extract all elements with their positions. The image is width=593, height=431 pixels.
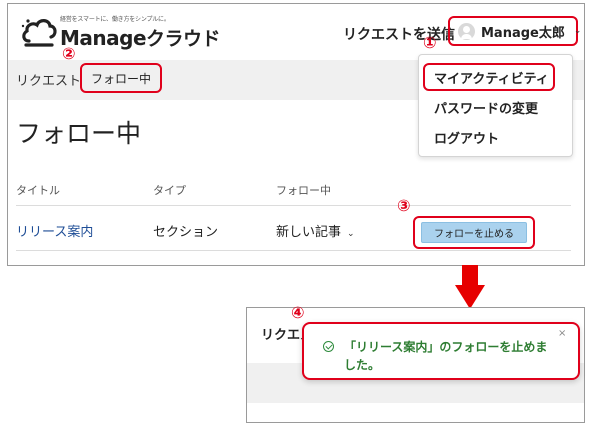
step-marker-3: ③ <box>397 196 411 215</box>
menu-item-change-password[interactable]: パスワードの変更 <box>434 98 538 117</box>
breadcrumb-item-requests[interactable]: リクエスト <box>16 70 81 89</box>
follow-setting-select[interactable]: 新しい記事 ⌄ <box>276 221 355 240</box>
step-marker-4: ④ <box>291 303 305 322</box>
unfollow-button[interactable]: フォローを止める <box>421 222 527 243</box>
chevron-down-icon: ⌄ <box>347 229 355 239</box>
row-type: セクション <box>153 225 219 240</box>
logo-name-kana: クラウド <box>146 28 221 50</box>
arrow-down-icon <box>455 265 485 309</box>
column-header-title: タイトル <box>16 184 60 197</box>
chevron-down-icon: ⌄ <box>573 26 582 36</box>
row-title-link[interactable]: リリース案内 <box>16 221 93 240</box>
menu-item-logout[interactable]: ログアウト <box>434 128 499 147</box>
toast-notification: 「リリース案内」のフォローを止めました。 × <box>302 322 580 380</box>
close-icon[interactable]: × <box>558 328 566 339</box>
menu-item-my-activity[interactable]: マイアクティビティ <box>434 68 549 87</box>
user-dropdown-menu: マイアクティビティ パスワードの変更 ログアウト <box>418 54 573 157</box>
logo-wordmark: Manageクラウド <box>60 24 221 51</box>
user-name: Manage太郎 <box>481 25 565 41</box>
check-circle-icon <box>323 341 334 352</box>
table-divider <box>16 205 571 206</box>
step-marker-2: ② <box>62 44 76 63</box>
user-menu-button[interactable]: Manage太郎 ⌄ <box>448 16 581 46</box>
column-header-following: フォロー中 <box>276 184 331 197</box>
arrow-shaft <box>462 265 478 285</box>
table-divider <box>16 250 571 251</box>
toast-message: 「リリース案内」のフォローを止めました。 <box>344 340 548 372</box>
step-marker-1: ① <box>423 33 437 52</box>
page-title: フォロー中 <box>16 119 142 148</box>
before-screen-panel: 経営をスマートに、働き方をシンプルに。 Manageクラウド リクエストを送信 … <box>7 3 585 266</box>
manage-cloud-logo[interactable]: 経営をスマートに、働き方をシンプルに。 Manageクラウド <box>20 12 221 52</box>
breadcrumb-item-following[interactable]: フォロー中 <box>80 63 162 93</box>
unfollow-highlight: フォローを止める <box>413 216 535 249</box>
follow-setting-value: 新しい記事 <box>276 225 342 240</box>
column-header-type: タイプ <box>153 184 186 197</box>
avatar-icon <box>458 22 475 40</box>
cloud-logo-icon <box>21 19 57 47</box>
logo-tagline: 経営をスマートに、働き方をシンプルに。 <box>60 16 170 23</box>
arrow-head <box>455 285 485 309</box>
submit-request-link[interactable]: リクエストを送信 <box>343 24 455 44</box>
